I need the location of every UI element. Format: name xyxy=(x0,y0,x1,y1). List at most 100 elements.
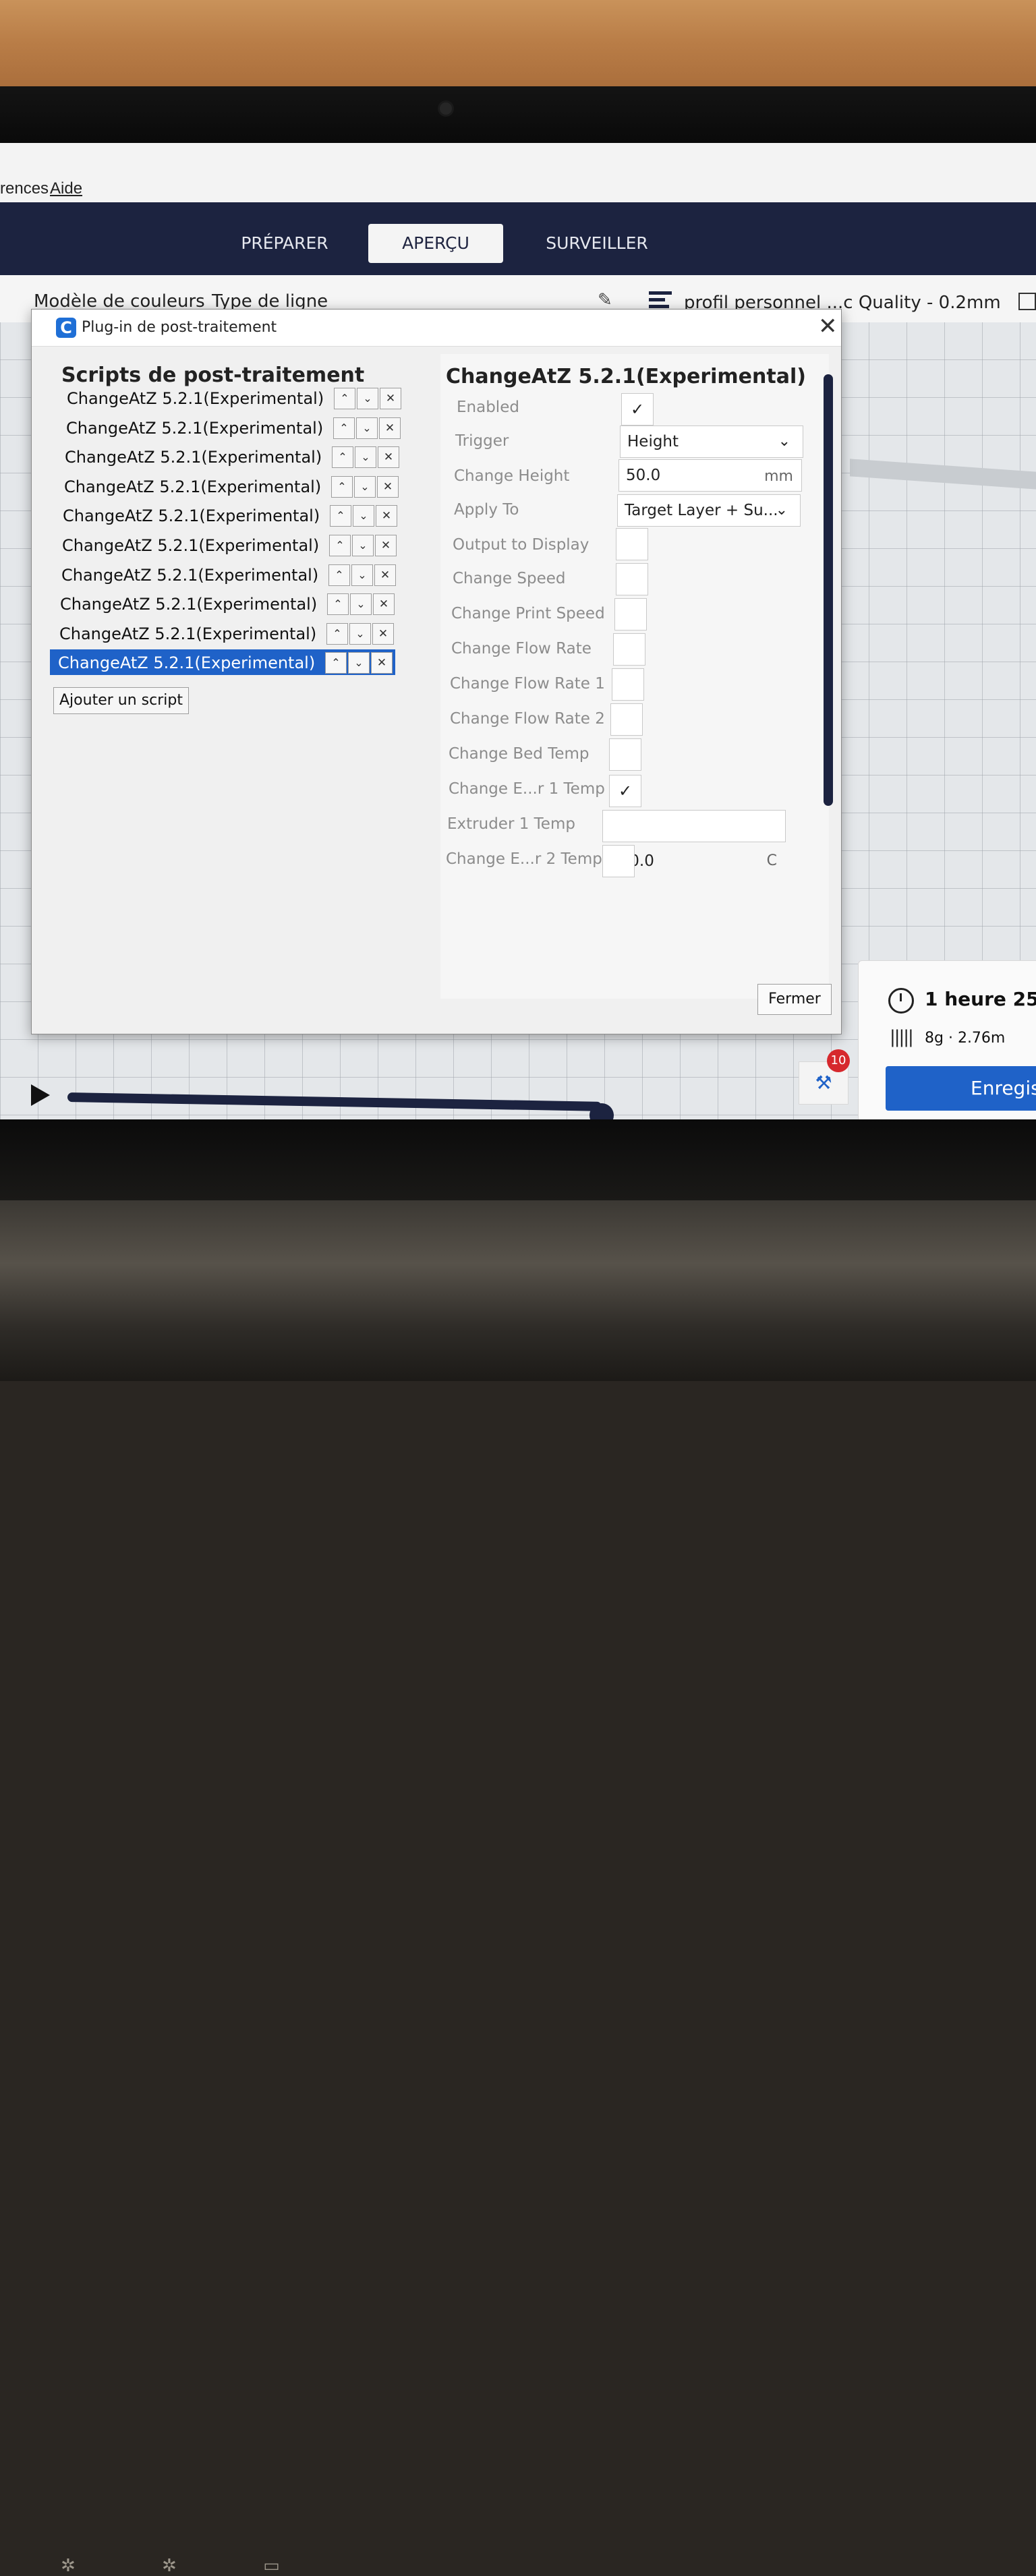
change-extruder-2-temp-label: Change E...r 2 Temp xyxy=(446,850,602,868)
webcam xyxy=(440,103,452,115)
laptop-chassis: ✲ ✲ ▭ xyxy=(0,1200,1036,2576)
change-flow-rate-checkbox[interactable] xyxy=(613,633,645,666)
move-up-button[interactable]: ⌃ xyxy=(333,417,355,439)
script-label: ChangeAtZ 5.2.1(Experimental) xyxy=(66,419,324,438)
move-up-button[interactable]: ⌃ xyxy=(332,446,353,468)
move-up-button[interactable]: ⌃ xyxy=(330,505,351,527)
script-label: ChangeAtZ 5.2.1(Experimental) xyxy=(64,477,322,496)
move-down-button[interactable]: ⌄ xyxy=(352,535,374,556)
apply-to-select[interactable]: Target Layer + Su... ⌄ xyxy=(617,494,801,527)
change-print-speed-checkbox[interactable] xyxy=(614,598,647,631)
change-extruder-1-temp-checkbox[interactable]: ✓ xyxy=(609,775,641,807)
remove-script-button[interactable]: ✕ xyxy=(374,564,396,586)
change-flow-rate-1-checkbox[interactable] xyxy=(612,668,644,701)
output-to-display-checkbox[interactable] xyxy=(616,528,648,560)
change-extruder-2-temp-checkbox[interactable] xyxy=(602,845,635,877)
move-down-button[interactable]: ⌄ xyxy=(350,593,372,615)
scrollbar-thumb[interactable] xyxy=(824,374,833,806)
move-up-button[interactable]: ⌃ xyxy=(334,388,355,409)
remove-script-button[interactable]: ✕ xyxy=(373,593,395,615)
print-settings-icon[interactable] xyxy=(649,291,672,309)
script-list-item[interactable]: ChangeAtZ 5.2.1(Experimental) ⌃ ⌄ ✕ xyxy=(55,502,400,528)
play-icon[interactable] xyxy=(31,1084,50,1106)
change-flow-rate-2-label: Change Flow Rate 2 xyxy=(450,710,605,728)
script-label: ChangeAtZ 5.2.1(Experimental) xyxy=(61,566,319,585)
print-summary-panel: 1 heure 25 r ||||| 8g · 2.76m Enregis xyxy=(858,960,1036,1119)
move-down-button[interactable]: ⌄ xyxy=(349,623,371,645)
remove-script-button[interactable]: ✕ xyxy=(377,476,399,498)
menu-preferences[interactable]: rences xyxy=(0,179,49,198)
change-height-label: Change Height xyxy=(454,467,570,485)
move-down-button[interactable]: ⌄ xyxy=(355,446,376,468)
script-list-item[interactable]: ChangeAtZ 5.2.1(Experimental) ⌃ ⌄ ✕ xyxy=(58,415,403,440)
script-list-item[interactable]: ChangeAtZ 5.2.1(Experimental) ⌃ ⌄ ✕ xyxy=(59,385,404,411)
move-down-button[interactable]: ⌄ xyxy=(356,417,378,439)
dialog-titlebar: C Plug-in de post-traitement ✕ xyxy=(32,310,841,347)
trigger-value: Height xyxy=(627,433,679,450)
laptop-bezel-bottom xyxy=(0,1119,1036,1200)
change-print-speed-label: Change Print Speed xyxy=(451,605,605,622)
move-up-button[interactable]: ⌃ xyxy=(327,593,349,615)
stage-bar: PRÉPARER APERÇU SURVEILLER xyxy=(0,202,1036,275)
change-bed-temp-checkbox[interactable] xyxy=(609,738,641,771)
extruder-1-temp-label: Extruder 1 Temp xyxy=(447,815,575,833)
apply-to-value: Target Layer + Su... xyxy=(625,502,778,519)
enabled-label: Enabled xyxy=(457,399,519,416)
extruder-1-temp-unit: C xyxy=(766,852,777,869)
remove-script-button[interactable]: ✕ xyxy=(376,505,397,527)
change-height-input[interactable]: 50.0 mm xyxy=(618,459,802,492)
menu-bar: rences Aide xyxy=(0,143,1036,202)
tab-preview[interactable]: APERÇU xyxy=(368,224,503,263)
move-up-button[interactable]: ⌃ xyxy=(328,564,350,586)
move-down-button[interactable]: ⌄ xyxy=(351,564,373,586)
chevron-down-icon: ⌄ xyxy=(778,433,790,450)
menu-help[interactable]: Aide xyxy=(50,179,82,198)
tab-prepare[interactable]: PRÉPARER xyxy=(228,224,341,263)
remove-script-button[interactable]: ✕ xyxy=(378,446,399,468)
save-button[interactable]: Enregis xyxy=(886,1066,1036,1111)
change-height-value: 50.0 xyxy=(626,467,661,484)
move-up-button[interactable]: ⌃ xyxy=(329,535,351,556)
chevron-down-icon: ⌄ xyxy=(775,502,788,519)
function-keys: ✲ ✲ ▭ xyxy=(61,2556,320,2576)
move-up-button[interactable]: ⌃ xyxy=(331,476,353,498)
script-list-item[interactable]: ChangeAtZ 5.2.1(Experimental) ⌃ ⌄ ✕ xyxy=(54,532,399,558)
move-down-button[interactable]: ⌄ xyxy=(354,476,376,498)
clock-icon xyxy=(888,988,914,1014)
grid-icon[interactable] xyxy=(1018,293,1036,310)
add-script-button[interactable]: Ajouter un script xyxy=(53,687,189,714)
enabled-checkbox[interactable]: ✓ xyxy=(621,393,654,426)
remove-script-button[interactable]: ✕ xyxy=(379,417,401,439)
remove-script-button[interactable]: ✕ xyxy=(371,652,393,674)
spool-icon: ||||| xyxy=(890,1027,914,1047)
script-list-item[interactable]: ChangeAtZ 5.2.1(Experimental) ⌃ ⌄ ✕ xyxy=(51,620,397,646)
remove-script-button[interactable]: ✕ xyxy=(372,623,394,645)
change-flow-rate-2-checkbox[interactable] xyxy=(610,703,643,736)
pencil-icon[interactable]: ✎ xyxy=(598,290,612,310)
close-icon[interactable]: ✕ xyxy=(818,315,838,338)
settings-scrollbar[interactable] xyxy=(824,374,833,806)
tab-monitor[interactable]: SURVEILLER xyxy=(533,224,661,263)
change-flow-rate-1-label: Change Flow Rate 1 xyxy=(450,675,605,693)
trigger-select[interactable]: Height ⌄ xyxy=(620,426,803,458)
script-list-item[interactable]: ChangeAtZ 5.2.1(Experimental) ⌃ ⌄ ✕ xyxy=(53,562,399,587)
change-speed-checkbox[interactable] xyxy=(616,563,648,595)
script-list-item[interactable]: ChangeAtZ 5.2.1(Experimental) ⌃ ⌄ ✕ xyxy=(56,473,401,499)
change-height-unit: mm xyxy=(764,468,793,485)
script-list-item[interactable]: ChangeAtZ 5.2.1(Experimental) ⌃ ⌄ ✕ xyxy=(52,591,397,616)
change-speed-label: Change Speed xyxy=(453,570,566,587)
move-up-button[interactable]: ⌃ xyxy=(325,652,347,674)
remove-script-button[interactable]: ✕ xyxy=(380,388,401,409)
laptop-bezel-top xyxy=(0,86,1036,143)
change-flow-rate-label: Change Flow Rate xyxy=(451,640,592,657)
remove-script-button[interactable]: ✕ xyxy=(375,535,397,556)
move-down-button[interactable]: ⌄ xyxy=(348,652,370,674)
script-label: ChangeAtZ 5.2.1(Experimental) xyxy=(63,506,320,525)
close-button[interactable]: Fermer xyxy=(757,984,832,1015)
extruder-1-temp-input[interactable]: 190.0C xyxy=(602,810,786,870)
script-list-item[interactable]: ChangeAtZ 5.2.1(Experimental) ⌃ ⌄ ✕ xyxy=(50,649,395,675)
move-up-button[interactable]: ⌃ xyxy=(326,623,348,645)
move-down-button[interactable]: ⌄ xyxy=(353,505,374,527)
move-down-button[interactable]: ⌄ xyxy=(357,388,378,409)
script-list-item[interactable]: ChangeAtZ 5.2.1(Experimental) ⌃ ⌄ ✕ xyxy=(57,444,402,469)
